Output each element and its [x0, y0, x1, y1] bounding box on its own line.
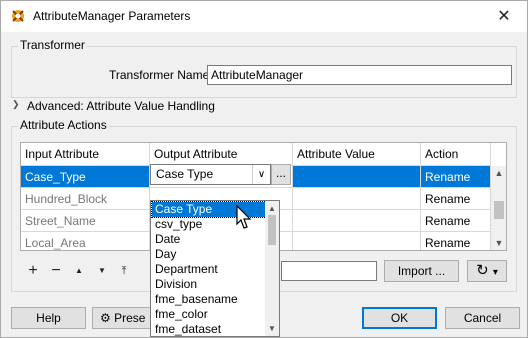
advanced-section-toggle[interactable]: Advanced: Attribute Value Handling	[27, 99, 215, 113]
dropdown-option[interactable]: fme_basename	[152, 292, 266, 307]
dropdown-option[interactable]: fme_color	[152, 307, 266, 322]
scroll-down-icon[interactable]: ▼	[491, 236, 506, 250]
column-header-value[interactable]: Attribute Value	[293, 143, 421, 166]
filter-input[interactable]	[281, 261, 377, 281]
scroll-up-icon[interactable]: ▲	[491, 166, 506, 181]
refresh-button[interactable]: ↻ ▾	[467, 260, 507, 282]
move-up-icon[interactable]: ▲	[70, 263, 88, 279]
table-row-value-cell[interactable]	[293, 232, 421, 250]
table-row-action-cell[interactable]: Rename	[421, 166, 491, 188]
dropdown-option[interactable]: Division	[152, 277, 266, 292]
table-row-input-cell[interactable]: Hundred_Block	[21, 188, 150, 210]
table-row-input-cell[interactable]: Street_Name	[21, 210, 150, 232]
table-row-input-cell[interactable]: Local_Area	[21, 232, 150, 250]
mouse-pointer-icon	[236, 204, 252, 229]
dropdown-option[interactable]: Day	[152, 247, 266, 262]
table-row-value-cell[interactable]	[293, 188, 421, 210]
dialog-window: AttributeManager Parameters ✕ Transforme…	[0, 0, 528, 338]
dropdown-option[interactable]: Date	[152, 232, 266, 247]
add-row-icon[interactable]: +	[24, 263, 42, 279]
ok-button[interactable]: OK	[362, 307, 437, 329]
transformer-name-input[interactable]: AttributeManager	[207, 65, 512, 85]
scroll-down-icon[interactable]: ▼	[265, 321, 279, 336]
column-header-output[interactable]: Output Attribute	[150, 143, 293, 166]
output-attribute-dropdown: Case Type csv_type Date Day Department D…	[150, 200, 280, 337]
move-down-icon[interactable]: ▼	[93, 263, 111, 279]
gear-icon: ⚙	[100, 311, 111, 325]
remove-row-icon[interactable]: −	[47, 263, 65, 279]
close-button[interactable]: ✕	[481, 1, 527, 32]
import-button[interactable]: Import ...	[384, 260, 459, 282]
column-header-input[interactable]: Input Attribute	[21, 143, 150, 166]
presets-button[interactable]: ⚙ Prese	[92, 307, 152, 329]
dropdown-arrow-icon: ▾	[492, 267, 498, 278]
output-attribute-combo-value: Case Type	[156, 167, 214, 181]
output-attribute-combo[interactable]: Case Type ∨	[150, 164, 271, 185]
title-bar: AttributeManager Parameters ✕	[1, 1, 527, 32]
help-button[interactable]: Help	[11, 307, 86, 329]
dropdown-option[interactable]: fme_dataset	[152, 322, 266, 336]
dropdown-scrollbar[interactable]: ▲ ▼	[265, 201, 279, 336]
table-row-action-cell[interactable]: Rename	[421, 188, 491, 210]
table-row-input-cell[interactable]: Case_Type	[21, 166, 150, 188]
table-row-action-cell[interactable]: Rename	[421, 232, 491, 250]
transformer-group-label: Transformer	[18, 38, 87, 52]
chevron-right-icon[interactable]: ❯	[12, 99, 20, 110]
window-title: AttributeManager Parameters	[33, 9, 191, 23]
output-attribute-ellipsis-button[interactable]: ...	[271, 164, 291, 185]
table-row-action-cell[interactable]: Rename	[421, 210, 491, 232]
transformer-name-label: Transformer Name:	[109, 68, 213, 82]
move-top-icon[interactable]: ⤒	[115, 263, 133, 279]
close-icon: ✕	[497, 8, 511, 25]
cancel-button[interactable]: Cancel	[445, 307, 520, 329]
dropdown-option[interactable]: Department	[152, 262, 266, 277]
refresh-icon: ↻	[476, 262, 489, 279]
table-row-value-cell[interactable]	[293, 166, 421, 188]
attribute-actions-group-label: Attribute Actions	[18, 118, 109, 132]
dropdown-scrollbar-thumb[interactable]	[268, 215, 276, 245]
scrollbar-thumb[interactable]	[494, 201, 504, 219]
scroll-up-icon[interactable]: ▲	[265, 201, 279, 216]
table-scrollbar[interactable]: ▲ ▼	[491, 166, 506, 250]
table-row-value-cell[interactable]	[293, 210, 421, 232]
column-header-action[interactable]: Action	[421, 143, 491, 166]
app-icon	[12, 10, 24, 22]
presets-label: Prese	[114, 311, 146, 325]
chevron-down-icon[interactable]: ∨	[252, 165, 270, 184]
